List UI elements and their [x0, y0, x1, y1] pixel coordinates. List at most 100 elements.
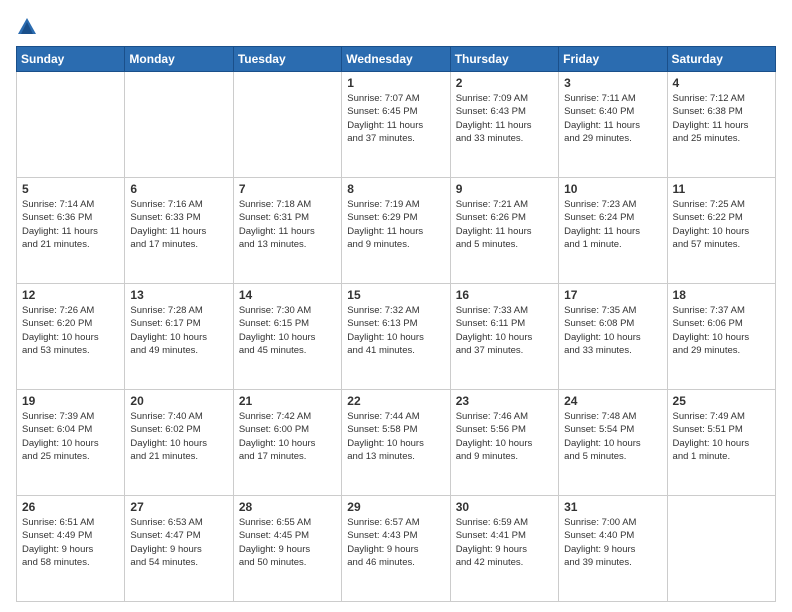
day-number: 26 [22, 500, 119, 514]
day-number: 28 [239, 500, 336, 514]
day-info: Sunrise: 7:39 AM Sunset: 6:04 PM Dayligh… [22, 410, 119, 463]
day-info: Sunrise: 7:44 AM Sunset: 5:58 PM Dayligh… [347, 410, 444, 463]
day-info: Sunrise: 7:18 AM Sunset: 6:31 PM Dayligh… [239, 198, 336, 251]
logo-icon [16, 16, 38, 38]
calendar-cell: 13Sunrise: 7:28 AM Sunset: 6:17 PM Dayli… [125, 284, 233, 390]
calendar-cell: 2 Sunrise: 7:09 AM Sunset: 6:43 PM Daylig… [450, 72, 558, 178]
calendar-cell: 27 Sunrise: 6:53 AM Sunset: 4:47 PM Dayli… [125, 496, 233, 602]
header [16, 12, 776, 38]
logo [16, 12, 41, 38]
day-number: 1 [347, 76, 444, 90]
day-info: Sunrise: 7:49 AM Sunset: 5:51 PM Dayligh… [673, 410, 770, 463]
day-info: Sunrise: 7:35 AM Sunset: 6:08 PM Dayligh… [564, 304, 661, 357]
calendar-cell: 17 Sunrise: 7:35 AM Sunset: 6:08 PM Dayli… [559, 284, 667, 390]
day-info: Sunrise: 7:28 AM Sunset: 6:17 PM Dayligh… [130, 304, 227, 357]
day-info: Sunrise: 7:09 AM Sunset: 6:43 PM Dayligh… [456, 92, 553, 145]
header-monday: Monday [125, 47, 233, 72]
day-info: Sunrise: 7:25 AM Sunset: 6:22 PM Dayligh… [673, 198, 770, 251]
day-info: Sunrise: 7:40 AM Sunset: 6:02 PM Dayligh… [130, 410, 227, 463]
calendar-cell: 23 Sunrise: 7:46 AM Sunset: 5:56 PM Dayli… [450, 390, 558, 496]
calendar-cell: 3 Sunrise: 7:11 AM Sunset: 6:40 PM Daylig… [559, 72, 667, 178]
calendar-week-4: 19 Sunrise: 7:39 AM Sunset: 6:04 PM Dayli… [17, 390, 776, 496]
day-number: 21 [239, 394, 336, 408]
calendar-cell: 10 Sunrise: 7:23 AM Sunset: 6:24 PM Dayli… [559, 178, 667, 284]
day-number: 14 [239, 288, 336, 302]
calendar-cell: 22 Sunrise: 7:44 AM Sunset: 5:58 PM Dayli… [342, 390, 450, 496]
day-number: 11 [673, 182, 770, 196]
calendar-cell: 18 Sunrise: 7:37 AM Sunset: 6:06 PM Dayli… [667, 284, 775, 390]
calendar-cell: 26 Sunrise: 6:51 AM Sunset: 4:49 PM Dayli… [17, 496, 125, 602]
header-wednesday: Wednesday [342, 47, 450, 72]
day-number: 7 [239, 182, 336, 196]
day-info: Sunrise: 7:23 AM Sunset: 6:24 PM Dayligh… [564, 198, 661, 251]
calendar-cell [667, 496, 775, 602]
day-info: Sunrise: 7:46 AM Sunset: 5:56 PM Dayligh… [456, 410, 553, 463]
day-number: 8 [347, 182, 444, 196]
day-info: Sunrise: 7:07 AM Sunset: 6:45 PM Dayligh… [347, 92, 444, 145]
day-number: 18 [673, 288, 770, 302]
day-info: Sunrise: 7:14 AM Sunset: 6:36 PM Dayligh… [22, 198, 119, 251]
calendar-cell: 28 Sunrise: 6:55 AM Sunset: 4:45 PM Dayli… [233, 496, 341, 602]
day-number: 6 [130, 182, 227, 196]
calendar-table: Sunday Monday Tuesday Wednesday Thursday… [16, 46, 776, 602]
day-info: Sunrise: 7:37 AM Sunset: 6:06 PM Dayligh… [673, 304, 770, 357]
day-number: 24 [564, 394, 661, 408]
calendar-cell: 8Sunrise: 7:19 AM Sunset: 6:29 PM Daylig… [342, 178, 450, 284]
calendar-cell: 30 Sunrise: 6:59 AM Sunset: 4:41 PM Dayli… [450, 496, 558, 602]
day-number: 2 [456, 76, 553, 90]
day-number: 30 [456, 500, 553, 514]
calendar-cell: 24 Sunrise: 7:48 AM Sunset: 5:54 PM Dayli… [559, 390, 667, 496]
calendar-cell [125, 72, 233, 178]
calendar-cell: 16Sunrise: 7:33 AM Sunset: 6:11 PM Dayli… [450, 284, 558, 390]
calendar-cell: 25Sunrise: 7:49 AM Sunset: 5:51 PM Dayli… [667, 390, 775, 496]
header-tuesday: Tuesday [233, 47, 341, 72]
calendar-week-1: 1 Sunrise: 7:07 AM Sunset: 6:45 PM Daylig… [17, 72, 776, 178]
calendar-cell [17, 72, 125, 178]
header-friday: Friday [559, 47, 667, 72]
weekday-header-row: Sunday Monday Tuesday Wednesday Thursday… [17, 47, 776, 72]
day-info: Sunrise: 7:48 AM Sunset: 5:54 PM Dayligh… [564, 410, 661, 463]
day-info: Sunrise: 6:51 AM Sunset: 4:49 PM Dayligh… [22, 516, 119, 569]
day-number: 27 [130, 500, 227, 514]
day-info: Sunrise: 7:26 AM Sunset: 6:20 PM Dayligh… [22, 304, 119, 357]
day-number: 12 [22, 288, 119, 302]
calendar-cell: 11 Sunrise: 7:25 AM Sunset: 6:22 PM Dayli… [667, 178, 775, 284]
calendar-cell: 29Sunrise: 6:57 AM Sunset: 4:43 PM Dayli… [342, 496, 450, 602]
day-number: 16 [456, 288, 553, 302]
header-thursday: Thursday [450, 47, 558, 72]
day-info: Sunrise: 7:42 AM Sunset: 6:00 PM Dayligh… [239, 410, 336, 463]
day-number: 23 [456, 394, 553, 408]
calendar-cell: 20 Sunrise: 7:40 AM Sunset: 6:02 PM Dayli… [125, 390, 233, 496]
day-number: 22 [347, 394, 444, 408]
day-info: Sunrise: 6:53 AM Sunset: 4:47 PM Dayligh… [130, 516, 227, 569]
day-info: Sunrise: 7:16 AM Sunset: 6:33 PM Dayligh… [130, 198, 227, 251]
header-sunday: Sunday [17, 47, 125, 72]
calendar-week-2: 5Sunrise: 7:14 AM Sunset: 6:36 PM Daylig… [17, 178, 776, 284]
calendar-cell: 4 Sunrise: 7:12 AM Sunset: 6:38 PM Daylig… [667, 72, 775, 178]
day-number: 19 [22, 394, 119, 408]
day-number: 3 [564, 76, 661, 90]
day-info: Sunrise: 7:21 AM Sunset: 6:26 PM Dayligh… [456, 198, 553, 251]
calendar-week-3: 12 Sunrise: 7:26 AM Sunset: 6:20 PM Dayli… [17, 284, 776, 390]
calendar-cell: 9Sunrise: 7:21 AM Sunset: 6:26 PM Daylig… [450, 178, 558, 284]
day-info: Sunrise: 6:57 AM Sunset: 4:43 PM Dayligh… [347, 516, 444, 569]
calendar-week-5: 26 Sunrise: 6:51 AM Sunset: 4:49 PM Dayli… [17, 496, 776, 602]
day-number: 4 [673, 76, 770, 90]
day-number: 20 [130, 394, 227, 408]
calendar-cell: 19 Sunrise: 7:39 AM Sunset: 6:04 PM Dayli… [17, 390, 125, 496]
calendar-cell [233, 72, 341, 178]
day-number: 31 [564, 500, 661, 514]
day-number: 10 [564, 182, 661, 196]
day-info: Sunrise: 6:55 AM Sunset: 4:45 PM Dayligh… [239, 516, 336, 569]
calendar-cell: 15 Sunrise: 7:32 AM Sunset: 6:13 PM Dayli… [342, 284, 450, 390]
day-info: Sunrise: 7:00 AM Sunset: 4:40 PM Dayligh… [564, 516, 661, 569]
day-info: Sunrise: 7:12 AM Sunset: 6:38 PM Dayligh… [673, 92, 770, 145]
day-number: 15 [347, 288, 444, 302]
day-info: Sunrise: 7:32 AM Sunset: 6:13 PM Dayligh… [347, 304, 444, 357]
day-info: Sunrise: 6:59 AM Sunset: 4:41 PM Dayligh… [456, 516, 553, 569]
calendar-cell: 5Sunrise: 7:14 AM Sunset: 6:36 PM Daylig… [17, 178, 125, 284]
calendar-cell: 6 Sunrise: 7:16 AM Sunset: 6:33 PM Daylig… [125, 178, 233, 284]
day-info: Sunrise: 7:11 AM Sunset: 6:40 PM Dayligh… [564, 92, 661, 145]
day-number: 17 [564, 288, 661, 302]
calendar-cell: 7 Sunrise: 7:18 AM Sunset: 6:31 PM Daylig… [233, 178, 341, 284]
